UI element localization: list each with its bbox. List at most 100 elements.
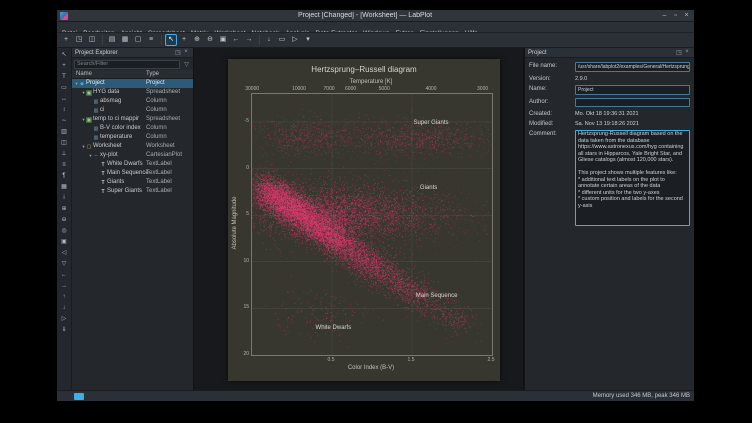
toolbar-crosshair-mode-icon[interactable]: + — [178, 34, 190, 46]
x-axis-tick: 0.5 — [328, 357, 335, 363]
tree-row-absmag[interactable]: ▥absmag Column — [72, 97, 193, 106]
toolbar-separator — [259, 35, 260, 45]
toolbar-print-icon[interactable]: ▭ — [276, 34, 288, 46]
lefttool-zoom-origin-icon[interactable]: ◎ — [59, 226, 70, 236]
lefttool-add-histogram-icon[interactable]: ▥ — [59, 127, 70, 137]
tree-item-name: Project — [86, 79, 105, 88]
lefttool-zoom-x-select-mode-icon[interactable]: ↔ — [59, 94, 70, 104]
tree-item-type: Column — [146, 97, 167, 106]
column-header-type: Type — [146, 70, 159, 79]
lefttool-add-image-icon[interactable]: ▦ — [59, 182, 70, 192]
tree-row-white-dwarfs[interactable]: TWhite DwarfsTextLabel — [72, 160, 193, 169]
lefttool-zoom-in-icon[interactable]: ⊕ — [59, 204, 70, 214]
tree-item-type: CartesianPlot — [146, 151, 182, 160]
lefttool-add-curve-icon[interactable]: ∼ — [59, 116, 70, 126]
toolbar-export-icon[interactable]: ↓ — [263, 34, 275, 46]
search-input[interactable]: Search/Filter — [74, 60, 180, 69]
plot-label-white-dwarfs[interactable]: White Dwarfs — [316, 325, 352, 331]
comment-field[interactable]: Hertzsprung-Russell diagram based on the… — [575, 130, 690, 226]
toolbar-zoom-in-icon[interactable]: ⊕ — [191, 34, 203, 46]
tree-item-name: absmag — [100, 97, 121, 106]
tree-row-super-giants[interactable]: TSuper GiantsTextLabel — [72, 187, 193, 196]
lefttool-shift-up-icon[interactable]: ↑ — [59, 292, 70, 302]
tree-row-temperature[interactable]: ▥temperatureColumn — [72, 133, 193, 142]
dock-float-icon[interactable]: ◳ — [174, 49, 182, 56]
titlebar[interactable]: Project [Changed] - [Worksheet] — LabPlo… — [57, 10, 694, 22]
maximize-button[interactable]: ▫ — [670, 10, 681, 21]
tree-row-temp-to-ci-mapping[interactable]: ▾▦temp to ci mappingSpreadsheet — [72, 115, 193, 124]
filter-options-icon[interactable]: ▽ — [182, 61, 191, 68]
toolbar-presenter-mode-icon[interactable]: ▷ — [289, 34, 301, 46]
toolbar-zoom-out-icon[interactable]: ⊖ — [204, 34, 216, 46]
y-axis-tick: 10 — [229, 258, 249, 264]
statusbar: Memory used 346 MB, peak 346 MB — [57, 390, 694, 401]
lefttool-add-text-label-icon[interactable]: ¶ — [59, 171, 70, 181]
lefttool-shift-right-icon[interactable]: → — [59, 281, 70, 291]
tree-row-xy-plot[interactable]: ▾∼xy-plotCartesianPlot — [72, 151, 193, 160]
tree-item-name: White Dwarfs — [107, 160, 143, 169]
lefttool-zoom-fit-icon[interactable]: ▣ — [59, 237, 70, 247]
toolbar-save-project-icon[interactable]: ◫ — [86, 34, 98, 46]
file-name-field[interactable]: /usr/share/labplot2/examples/General/Her… — [575, 62, 690, 72]
toolbar-new-matrix-icon[interactable]: ▦ — [119, 34, 131, 46]
plot-label-main-sequence[interactable]: Main Sequence — [416, 293, 458, 299]
tree-item-name: HYG data — [93, 88, 119, 97]
lefttool-shift-left-icon[interactable]: ← — [59, 270, 70, 280]
toolbar-new-spreadsheet-icon[interactable]: ▤ — [106, 34, 118, 46]
screen: Project [Changed] - [Worksheet] — LabPlo… — [0, 0, 752, 423]
dock-close-icon[interactable]: × — [683, 49, 691, 56]
y-axis-tick: 0 — [229, 165, 249, 171]
project-explorer-header[interactable]: Project Explorer ◳× — [72, 48, 193, 58]
lefttool-zoom-fit-y-icon[interactable]: ▽ — [59, 259, 70, 269]
toolbar-select-mode-icon[interactable]: ↖ — [165, 34, 177, 46]
tree-row-hyg-data[interactable]: ▾▦HYG dataSpreadsheet — [72, 88, 193, 97]
tree-row-main-sequence[interactable]: TMain SequenceTextLabel — [72, 169, 193, 178]
tree-row-ci[interactable]: ▥ciColumn — [72, 106, 193, 115]
lefttool-crosshair-mode-icon[interactable]: + — [59, 61, 70, 71]
lefttool-zoom-fit-x-icon[interactable]: ◁ — [59, 248, 70, 258]
lefttool-select-mode-icon[interactable]: ↖ — [59, 50, 70, 60]
lefttool-add-boxplot-icon[interactable]: ◫ — [59, 138, 70, 148]
toolbar-new-notebook-icon[interactable]: ≡ — [145, 34, 157, 46]
toolbar-new-project-icon[interactable]: + — [60, 34, 72, 46]
name-field[interactable]: Project — [575, 85, 690, 95]
toolbar-shift-right-icon[interactable]: → — [243, 34, 255, 46]
y-axis-label: Absolute Magnitude — [232, 196, 238, 249]
toolbar-zoom-fit-icon[interactable]: ▣ — [217, 34, 229, 46]
tree-row-b-v-color-index[interactable]: ▥B-V color indexColumn — [72, 124, 193, 133]
lefttool-shift-down-icon[interactable]: ↓ — [59, 303, 70, 313]
hr-scatter-canvas[interactable] — [252, 94, 492, 355]
lefttool-add-info-element-icon[interactable]: i — [59, 193, 70, 203]
lefttool-zoom-out-icon[interactable]: ⊖ — [59, 215, 70, 225]
plot-title[interactable]: Hertzsprung–Russell diagram — [228, 65, 500, 74]
lefttool-text-label-mode-icon[interactable]: T — [59, 72, 70, 82]
toolbar-more-options-icon[interactable]: ▾ — [302, 34, 314, 46]
lefttool-export-worksheet-icon[interactable]: ⇓ — [59, 325, 70, 335]
tree-item-type: Worksheet — [146, 142, 175, 151]
plot-area[interactable] — [251, 93, 493, 356]
dock-close-icon[interactable]: × — [182, 49, 190, 56]
lefttool-zoom-select-mode-icon[interactable]: ▭ — [59, 83, 70, 93]
close-button[interactable]: × — [681, 10, 692, 21]
lefttool-presenter-mode-icon[interactable]: ▷ — [59, 314, 70, 324]
lefttool-zoom-y-select-mode-icon[interactable]: ↕ — [59, 105, 70, 115]
author-field[interactable] — [575, 98, 690, 107]
plot-label-super-giants[interactable]: Super Giants — [413, 120, 448, 126]
lefttool-add-axis-icon[interactable]: ⊥ — [59, 149, 70, 159]
lefttool-add-legend-icon[interactable]: ≡ — [59, 160, 70, 170]
plot-label-giants[interactable]: Giants — [420, 185, 437, 191]
minimize-button[interactable]: – — [659, 10, 670, 21]
tree-column-header[interactable]: Name Type — [72, 70, 193, 79]
tree-row-worksheet[interactable]: ▾▢WorksheetWorksheet — [72, 142, 193, 151]
toolbar-open-project-icon[interactable]: ◳ — [73, 34, 85, 46]
column-icon: ▥ — [93, 99, 99, 105]
toolbar-shift-left-icon[interactable]: ← — [230, 34, 242, 46]
dock-float-icon[interactable]: ◳ — [675, 49, 683, 56]
spreadsheet-icon: ▦ — [86, 90, 92, 96]
tree-row-giants[interactable]: TGiantsTextLabel — [72, 178, 193, 187]
properties-header[interactable]: Project ◳× — [525, 48, 694, 58]
tree-row-project[interactable]: ▾◆ProjectProject — [72, 79, 193, 88]
worksheet-page: Hertzsprung–Russell diagram Temperature … — [228, 59, 500, 381]
toolbar-new-worksheet-icon[interactable]: ▢ — [132, 34, 144, 46]
worksheet-view[interactable]: Hertzsprung–Russell diagram Temperature … — [194, 48, 524, 390]
